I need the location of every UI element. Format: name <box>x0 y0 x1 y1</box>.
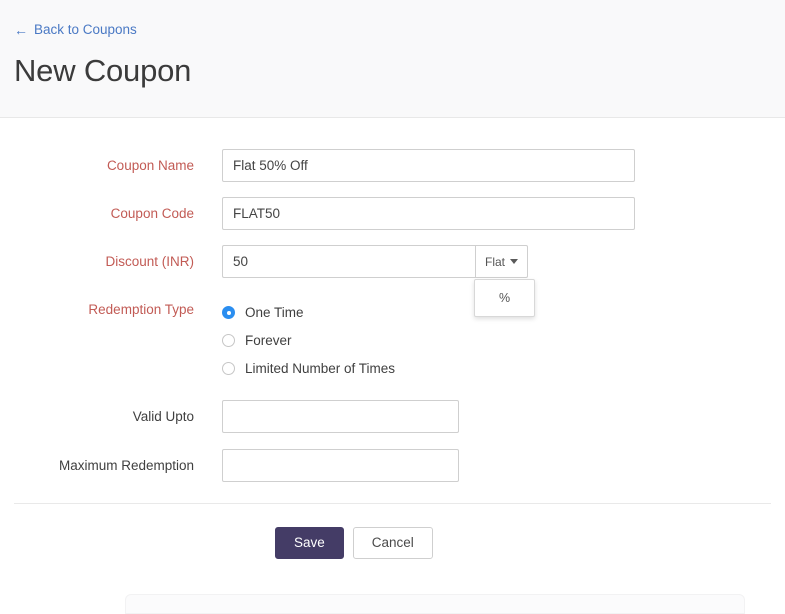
back-link-label: Back to Coupons <box>34 22 137 38</box>
radio-label-one-time: One Time <box>245 305 304 320</box>
dropdown-item-percent[interactable]: % <box>475 284 534 312</box>
save-button[interactable]: Save <box>275 527 344 559</box>
page-title: New Coupon <box>14 53 192 88</box>
field-coupon-code <box>222 197 635 230</box>
radio-label-forever: Forever <box>245 333 292 348</box>
form-row-redemption-type: Redemption Type One Time Forever Limited… <box>0 293 785 382</box>
valid-upto-input[interactable] <box>222 400 459 433</box>
radio-label-limited-number-of-times: Limited Number of Times <box>245 361 396 376</box>
field-coupon-name <box>222 149 635 182</box>
field-discount: Flat % <box>222 245 535 317</box>
discount-input-group: Flat <box>222 245 528 278</box>
label-discount: Discount (INR) <box>105 254 194 269</box>
below-fold-panel <box>125 594 745 614</box>
label-coupon-code: Coupon Code <box>110 206 194 221</box>
label-maximum-redemption: Maximum Redemption <box>58 458 194 473</box>
radio-indicator-one-time[interactable] <box>222 306 235 319</box>
coupon-code-input[interactable] <box>222 197 635 230</box>
discount-unit-dropdown-toggle[interactable]: Flat <box>475 245 528 278</box>
form-row-discount: Discount (INR) Flat % <box>0 245 785 317</box>
discount-unit-selected-label: Flat <box>484 254 505 269</box>
discount-unit-dropdown-menu[interactable]: % <box>474 279 535 317</box>
chevron-down-icon <box>510 259 518 264</box>
radio-indicator-limited-number-of-times[interactable] <box>222 362 235 375</box>
maximum-redemption-input[interactable] <box>222 449 459 482</box>
arrow-left-icon: ← <box>14 22 28 38</box>
label-redemption-type: Redemption Type <box>88 302 194 317</box>
form-row-coupon-name: Coupon Name <box>0 149 785 182</box>
page-header: ← Back to Coupons New Coupon <box>0 0 785 118</box>
discount-input[interactable] <box>222 245 475 278</box>
radio-indicator-forever[interactable] <box>222 334 235 347</box>
label-coupon-name: Coupon Name <box>106 158 194 173</box>
footer-actions: Save Cancel <box>0 504 785 559</box>
form-row-valid-upto: Valid Upto <box>0 400 785 433</box>
redemption-type-radio-group: One Time Forever Limited Number of Times <box>222 293 395 382</box>
field-valid-upto <box>222 400 459 433</box>
form-row-coupon-code: Coupon Code <box>0 197 785 230</box>
coupon-form: Coupon Name Coupon Code Discount (INR) F… <box>0 118 785 559</box>
radio-option-forever[interactable]: Forever <box>222 327 395 354</box>
form-row-maximum-redemption: Maximum Redemption <box>0 449 785 482</box>
coupon-name-input[interactable] <box>222 149 635 182</box>
label-valid-upto: Valid Upto <box>132 409 194 424</box>
radio-option-one-time[interactable]: One Time <box>222 299 395 326</box>
back-to-coupons-link[interactable]: ← Back to Coupons <box>14 23 137 37</box>
field-maximum-redemption <box>222 449 459 482</box>
cancel-button[interactable]: Cancel <box>352 527 433 559</box>
radio-option-limited-number-of-times[interactable]: Limited Number of Times <box>222 355 395 382</box>
